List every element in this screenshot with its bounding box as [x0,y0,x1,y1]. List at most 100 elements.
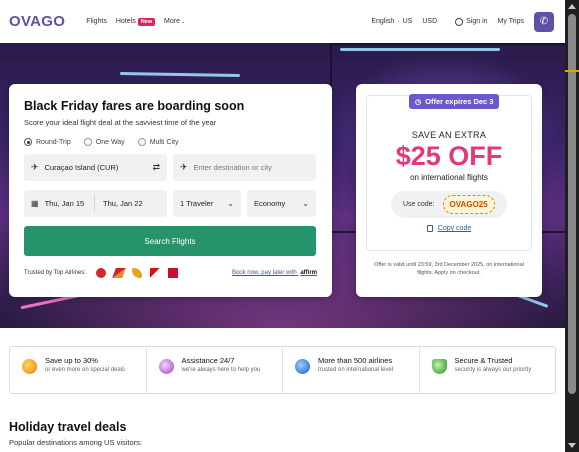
return-date-value: Thu, Jan 22 [103,199,143,208]
nav-flights-link[interactable]: Flights [86,18,107,25]
sign-in-link[interactable]: Sign in [455,17,488,26]
feature-title: Save up to 30% [45,356,98,365]
feature-title: Assistance 24/7 [181,356,235,365]
trip-type-label: Multi City [149,138,179,146]
feature-item: Save up to 30% or even more on special d… [10,347,147,393]
new-badge: New [137,17,156,26]
trip-type-one-way[interactable]: One Way [83,138,125,146]
shield-icon [431,359,447,374]
calendar-icon: ▦ [31,199,39,208]
support-icon [158,359,174,374]
savings-icon [22,359,37,374]
nav-hotels-link[interactable]: Hotels New [115,17,156,26]
airline-logo-icon [112,268,126,278]
phone-button[interactable]: ✆ [534,11,554,32]
feature-item: More than 500 airlines trusted on intern… [283,347,420,393]
trip-type-multi-city[interactable]: Multi City [137,138,179,146]
origin-field[interactable]: ✈ Curaçao Island (CUR) ⇄ [24,154,167,181]
pay-later-link[interactable]: Book now, pay later with affirm [232,270,317,276]
origin-value: Curaçao Island (CUR) [44,163,119,172]
sign-in-label: Sign in [466,18,488,25]
return-date-field[interactable]: Thu, Jan 22 [95,199,151,208]
destination-placeholder: Enter destination or city [193,163,272,172]
scroll-down-arrow-icon[interactable] [568,443,576,448]
phone-icon: ✆ [539,16,549,27]
offer-expiry-badge: ◷ Offer expires Dec 3 [409,94,500,109]
trusted-airlines-row: Trusted by Top Airlines: Book now, pay l… [24,268,317,278]
search-flights-button[interactable]: Search Flights [24,226,316,256]
offer-terms: Offer is valid until 23:59, 3rd December… [374,262,524,276]
nav-more-label: More [164,18,180,25]
travelers-value: 1 Traveler [180,199,214,208]
scroll-up-arrow-icon[interactable] [568,4,576,9]
ovago-logo[interactable]: OVAGO [9,13,65,30]
swap-icon[interactable]: ⇄ [152,162,160,173]
cabin-value: Economy [254,199,286,208]
radio-icon [137,138,146,146]
chevron-down-icon: ⌄ [302,199,309,208]
search-title: Black Friday fares are boarding soon [24,99,245,113]
airline-logos [96,268,186,278]
discount-scope: on international flights [410,173,488,182]
radio-selected-icon [24,138,32,146]
copy-code-label: Copy code [437,225,472,232]
scrollbar-marker [565,70,579,72]
trusted-label: Trusted by Top Airlines: [24,270,87,276]
language-label: English [371,18,395,25]
offer-expiry-text: Offer expires Dec 3 [425,97,494,106]
feature-title: More than 500 airlines [318,356,393,365]
my-trips-link[interactable]: My Trips [498,18,524,25]
user-icon [455,17,464,26]
currency-selector[interactable]: USD [422,18,437,25]
airline-logo-icon [132,268,143,278]
language-selector[interactable]: English · US [371,18,412,25]
promo-coupon: ◷ Offer expires Dec 3 SAVE AN EXTRA $25 … [366,94,532,251]
light-stripe [119,71,241,78]
holiday-deals-subtitle: Popular destinations among US visitors: [9,438,142,447]
trip-type-round-trip[interactable]: Round-Trip [24,138,71,146]
promo-card: ◷ Offer expires Dec 3 SAVE AN EXTRA $25 … [356,84,542,297]
nav-hotels-label: Hotels [115,18,136,25]
airline-logo-icon [168,268,179,278]
feature-title: Secure & Trusted [454,356,513,365]
nav-more-menu[interactable]: More ⌄ [164,18,185,25]
dates-row: ▦ Thu, Jan 15 Thu, Jan 22 1 Traveler ⌄ E… [24,190,317,217]
pay-later-text: Book now, pay later with [231,270,297,276]
promo-code[interactable]: OVAGO25 [442,195,495,214]
affirm-logo: affirm [300,270,317,276]
holiday-deals-title: Holiday travel deals [9,420,127,434]
route-row: ✈ Curaçao Island (CUR) ⇄ ✈ Enter destina… [24,154,317,181]
plane-landing-icon: ✈ [180,162,188,172]
globe-icon [295,359,310,374]
region-label: US [402,18,413,25]
feature-item: Assistance 24/7 we're always here to hel… [147,347,283,393]
airline-logo-icon [96,268,107,278]
promo-code-box: Use code: OVAGO25 [391,191,507,218]
separator-dot: · [397,18,400,25]
cabin-dropdown[interactable]: Economy ⌄ [247,190,316,217]
top-navigation-bar: OVAGO Flights Hotels New More ⌄ English … [0,0,565,43]
flight-search-card: Black Friday fares are boarding soon Sco… [9,84,332,297]
destination-field[interactable]: ✈ Enter destination or city [173,154,316,181]
travelers-dropdown[interactable]: 1 Traveler ⌄ [173,190,241,217]
clock-icon: ◷ [415,98,422,106]
feature-description: security is always our priority [454,367,532,373]
radio-icon [83,138,92,146]
depart-date-value: Thu, Jan 15 [44,199,85,208]
feature-description: trusted on international level [318,367,394,373]
copy-code-link[interactable]: Copy code [367,225,531,232]
feature-description: we're always here to help you [181,367,261,373]
chevron-down-icon: ⌄ [180,18,186,25]
plane-takeoff-icon: ✈ [31,162,39,172]
features-bar: Save up to 30% or even more on special d… [9,346,556,394]
page-scrollbar[interactable] [565,0,579,452]
trip-type-group: Round-Trip One Way Multi City [24,138,317,146]
copy-icon [426,225,433,232]
dates-field[interactable]: ▦ Thu, Jan 15 Thu, Jan 22 [24,190,167,217]
trip-type-label: Round-Trip [36,138,71,146]
feature-item: Secure & Trusted security is always our … [420,347,556,393]
save-extra-text: SAVE AN EXTRA [411,130,487,140]
use-code-label: Use code: [403,201,435,208]
chevron-down-icon: ⌄ [227,199,234,208]
depart-date-field[interactable]: ▦ Thu, Jan 15 [24,195,95,212]
